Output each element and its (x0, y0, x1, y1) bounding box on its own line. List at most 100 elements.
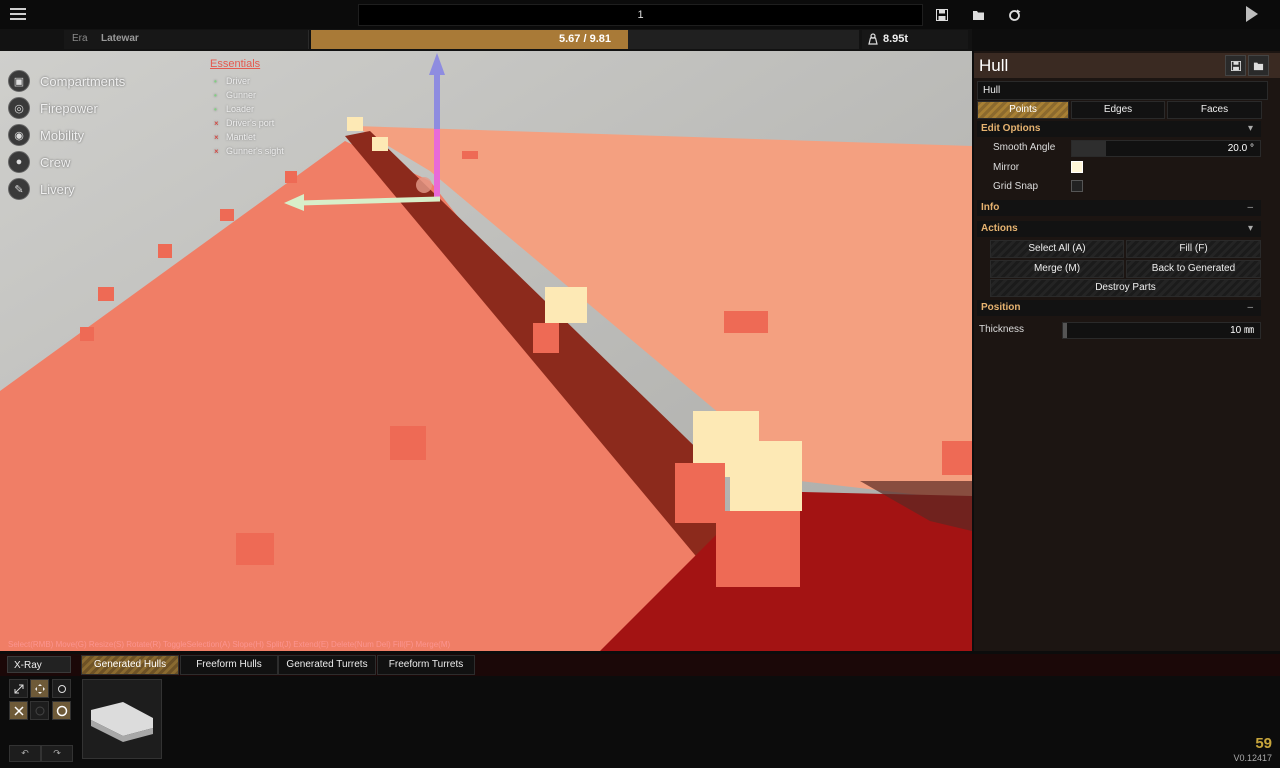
menu-mobility-label: Mobility (40, 127, 85, 143)
grid-snap-label: Grid Snap (993, 181, 1039, 192)
mirror-icon[interactable] (9, 701, 28, 720)
tab-freeform-hulls[interactable]: Freeform Hulls (180, 655, 278, 675)
thickness-slider[interactable]: 10 ㎜ (1062, 322, 1261, 339)
weight-text: 8.95t (883, 33, 909, 45)
shortcuts-hint: Select(RMB) Move(G) Resize(S) Rotate(R) … (8, 640, 451, 649)
section-position[interactable]: Position – (977, 300, 1261, 316)
essential-item: • Gunner (214, 90, 256, 100)
thickness-label: Thickness (979, 324, 1025, 335)
fill-button[interactable]: Fill (F) (1126, 240, 1261, 258)
section-actions[interactable]: Actions ▾ (977, 221, 1261, 237)
person-icon: ● (8, 151, 30, 173)
redo-icon[interactable]: ↷ (41, 745, 73, 762)
essential-item: • Loader (214, 104, 254, 114)
collapse-icon: – (1247, 202, 1253, 213)
tab-freeform-turrets[interactable]: Freeform Turrets (377, 655, 475, 675)
ok-icon: • (214, 105, 217, 114)
3d-viewport[interactable]: ▣ Compartments ◎ Firepower ◉ Mobility ● … (0, 51, 972, 651)
essential-item: × Driver's port (214, 118, 274, 128)
essential-label: Gunner's sight (226, 146, 284, 156)
target-icon: ◎ (8, 97, 30, 119)
mirror-label: Mirror (993, 162, 1020, 173)
destroy-parts-button[interactable]: Destroy Parts (990, 279, 1261, 297)
vehicle-name-input[interactable]: 1 (358, 4, 923, 26)
grid-snap-checkbox[interactable] (1071, 180, 1083, 192)
section-title: Position (981, 302, 1021, 313)
fps-counter: 59 (1255, 735, 1272, 752)
menu-compartments-label: Compartments (40, 73, 126, 89)
select-all-button[interactable]: Select All (A) (990, 240, 1124, 258)
save-icon[interactable] (933, 6, 951, 24)
tab-points[interactable]: Points (977, 101, 1069, 119)
section-info[interactable]: Info – (977, 200, 1261, 216)
menu-crew[interactable]: ● Crew (8, 151, 70, 173)
section-title: Actions (981, 223, 1018, 234)
essential-label: Mantlet (226, 132, 256, 142)
tab-faces[interactable]: Faces (1167, 101, 1262, 119)
hull-preset-thumbnail[interactable] (82, 679, 162, 759)
center-icon[interactable] (30, 701, 49, 720)
section-edit-options[interactable]: Edit Options ▾ (977, 121, 1261, 137)
wheel-icon: ◉ (8, 124, 30, 146)
missing-icon: × (214, 119, 219, 128)
menu-livery[interactable]: ✎ Livery (8, 178, 75, 200)
era-value[interactable]: Latewar (101, 33, 139, 44)
era-label: Era (72, 33, 88, 44)
essential-item: × Gunner's sight (214, 146, 284, 156)
hull-preset-image (91, 702, 153, 742)
smooth-angle-slider[interactable]: 20.0 ° (1071, 140, 1261, 157)
tab-generated-hulls[interactable]: Generated Hulls (81, 655, 179, 675)
tab-edges[interactable]: Edges (1071, 101, 1165, 119)
smooth-angle-value: 20.0 ° (1227, 143, 1254, 154)
rotate-icon[interactable] (52, 679, 71, 698)
thickness-fill (1063, 323, 1067, 338)
missing-icon: × (214, 147, 219, 156)
cost-text: 5.67 / 9.81 (559, 33, 611, 45)
brush-icon: ✎ (8, 178, 30, 200)
refresh-icon[interactable] (1005, 6, 1023, 24)
merge-button[interactable]: Merge (M) (990, 260, 1124, 278)
collapse-icon: – (1247, 302, 1253, 313)
menu-mobility[interactable]: ◉ Mobility (8, 124, 84, 146)
smooth-angle-fill (1072, 141, 1106, 156)
smooth-angle-label: Smooth Angle (993, 142, 1056, 153)
xray-toggle[interactable]: X-Ray (7, 656, 71, 673)
reset-icon[interactable] (52, 701, 71, 720)
folder-open-icon[interactable] (969, 6, 987, 24)
hamburger-menu-icon[interactable] (10, 6, 26, 22)
essential-label: Driver's port (226, 118, 275, 128)
tab-generated-turrets[interactable]: Generated Turrets (278, 655, 376, 675)
move-icon[interactable] (30, 679, 49, 698)
cube-icon: ▣ (8, 70, 30, 92)
section-title: Info (981, 202, 1000, 213)
menu-crew-label: Crew (40, 154, 71, 170)
menu-livery-label: Livery (40, 181, 75, 197)
essential-item: × Mantlet (214, 132, 256, 142)
scale-icon[interactable] (9, 679, 28, 698)
essential-label: Loader (226, 104, 255, 114)
play-icon[interactable] (1246, 6, 1258, 22)
chevron-down-icon: ▾ (1247, 223, 1253, 234)
menu-firepower[interactable]: ◎ Firepower (8, 97, 98, 119)
chevron-down-icon: ▾ (1247, 123, 1253, 134)
menu-firepower-label: Firepower (40, 100, 98, 116)
viewport-scene (0, 51, 972, 651)
essential-label: Gunner (226, 90, 257, 100)
panel-load-icon[interactable] (1248, 55, 1269, 76)
section-title: Edit Options (981, 123, 1041, 134)
essential-label: Driver (226, 76, 250, 86)
hull-name-input[interactable]: Hull (977, 81, 1268, 100)
missing-icon: × (214, 133, 219, 142)
ok-icon: • (214, 77, 217, 86)
essential-item: • Driver (214, 76, 250, 86)
back-to-generated-button[interactable]: Back to Generated (1126, 260, 1261, 278)
panel-save-icon[interactable] (1225, 55, 1246, 76)
version-label: V0.12417 (1233, 753, 1272, 763)
menu-compartments[interactable]: ▣ Compartments (8, 70, 125, 92)
mirror-checkbox[interactable] (1071, 161, 1083, 173)
undo-icon[interactable]: ↶ (9, 745, 41, 762)
thickness-value: 10 ㎜ (1230, 325, 1254, 336)
essentials-title: Essentials (210, 58, 261, 70)
weight-icon (867, 33, 879, 48)
ok-icon: • (214, 91, 217, 100)
